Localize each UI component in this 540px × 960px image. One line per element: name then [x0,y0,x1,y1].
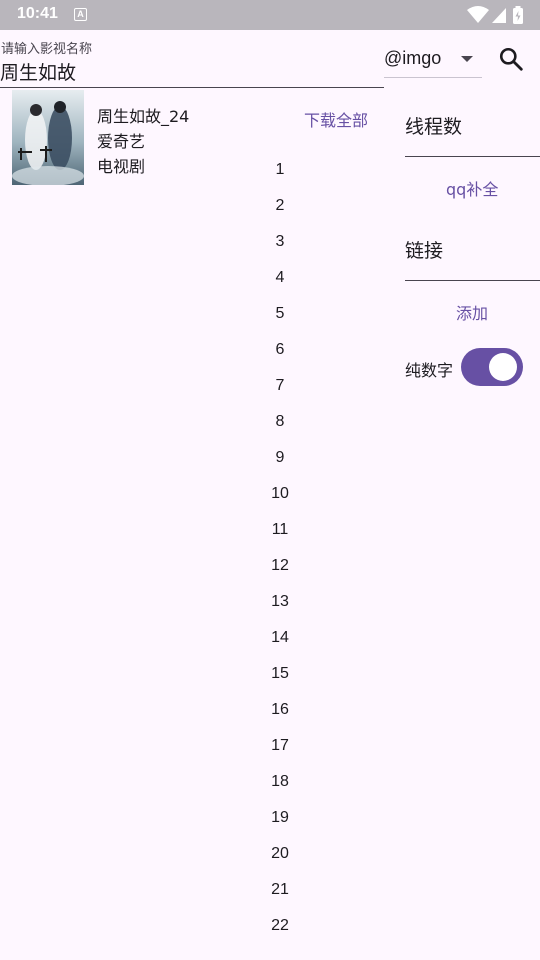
poster-image [12,90,84,185]
battery-icon [513,6,523,24]
add-button[interactable]: 添加 [456,300,488,324]
numeric-only-label: 纯数字 [405,361,454,380]
episode-item[interactable]: 13 [220,584,340,620]
episode-item[interactable]: 7 [220,368,340,404]
source-dropdown[interactable]: @imgo [384,44,482,78]
episode-item[interactable]: 2 [220,188,340,224]
episode-item[interactable]: 17 [220,728,340,764]
signal-icon [492,8,506,23]
link-field-underline [405,280,540,281]
episode-item[interactable]: 14 [220,620,340,656]
episode-item[interactable]: 4 [220,260,340,296]
episode-item[interactable]: 10 [220,476,340,512]
episode-item[interactable]: 3 [220,224,340,260]
search-input[interactable] [0,58,384,88]
episode-item[interactable]: 16 [220,692,340,728]
qq-complete-button[interactable]: qq补全 [446,176,498,200]
episode-item[interactable]: 6 [220,332,340,368]
episode-item[interactable]: 18 [220,764,340,800]
download-all-button[interactable]: 下载全部 [304,107,368,131]
source-dropdown-value: @imgo [384,48,442,68]
switch-knob [489,353,517,381]
episode-item[interactable]: 20 [220,836,340,872]
status-time: 10:41 [17,5,58,22]
result-platform: 爱奇艺 [97,132,146,151]
result-title: 周生如故_24 [97,107,190,126]
wifi-icon [467,6,489,23]
episode-item[interactable]: 19 [220,800,340,836]
numeric-only-switch[interactable] [461,348,523,386]
threads-field[interactable]: 线程数 [405,112,462,139]
episode-item[interactable]: 5 [220,296,340,332]
poster-art [12,90,84,185]
episode-item[interactable]: 15 [220,656,340,692]
episode-item[interactable]: 9 [220,440,340,476]
episode-item[interactable]: 22 [220,908,340,944]
episode-item[interactable]: 8 [220,404,340,440]
result-category: 电视剧 [97,157,146,176]
status-bar: 10:41 A [0,0,540,30]
episode-item[interactable]: 11 [220,512,340,548]
search-icon[interactable] [498,46,524,72]
chevron-down-icon [461,56,473,62]
episode-item[interactable]: 12 [220,548,340,584]
threads-field-underline [405,156,540,157]
search-label: 请输入影视名称 [1,42,93,57]
link-field[interactable]: 链接 [405,236,443,263]
episode-item[interactable]: 21 [220,872,340,908]
episode-list: 1 2 3 4 5 6 7 8 9 10 11 12 13 14 15 16 17 18 19 20 21 22 [220,152,340,944]
notification-icon: A [74,8,87,21]
episode-item[interactable]: 1 [220,152,340,188]
